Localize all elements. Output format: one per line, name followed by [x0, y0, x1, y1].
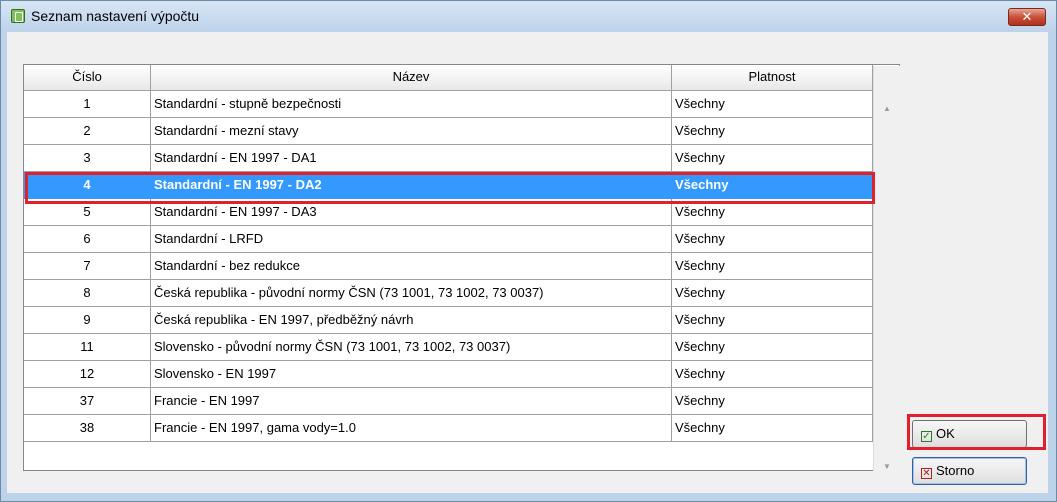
row-name-cell: Standardní - bez redukce — [151, 253, 672, 280]
row-validity-cell: Všechny — [672, 145, 873, 172]
row-number-cell: 11 — [24, 334, 151, 361]
row-number-cell: 7 — [24, 253, 151, 280]
column-header-name[interactable]: Název — [151, 65, 672, 90]
title-bar: Seznam nastavení výpočtu ✕ — [1, 1, 1056, 33]
row-validity-cell: Všechny — [672, 280, 873, 307]
scroll-down-arrow-icon[interactable]: ▼ — [883, 462, 891, 471]
table-row[interactable]: 7 Standardní - bez redukce Všechny — [24, 253, 873, 280]
row-number-cell: 38 — [24, 415, 151, 442]
row-number-cell: 6 — [24, 226, 151, 253]
table-row[interactable]: 12 Slovensko - EN 1997 Všechny — [24, 361, 873, 388]
row-number-cell: 8 — [24, 280, 151, 307]
table-row[interactable]: 9 Česká republika - EN 1997, předběžný ná… — [24, 307, 873, 334]
table-row[interactable]: 1 Standardní - stupně bezpečnosti Všechny — [24, 91, 873, 118]
row-validity-cell: Všechny — [672, 334, 873, 361]
table-row[interactable]: 3 Standardní - EN 1997 - DA1 Všechny — [24, 145, 873, 172]
settings-table: Číslo Název Platnost 1 Standardní - stupn… — [23, 64, 900, 471]
row-validity-cell: Všechny — [672, 361, 873, 388]
row-validity-cell: Všechny — [672, 307, 873, 334]
row-name-cell: Standardní - LRFD — [151, 226, 672, 253]
row-validity-cell: Všechny — [672, 91, 873, 118]
row-name-cell: Standardní - stupně bezpečnosti — [151, 91, 672, 118]
row-number-cell: 9 — [24, 307, 151, 334]
row-name-cell: Francie - EN 1997 — [151, 388, 672, 415]
row-name-cell: Standardní - mezní stavy — [151, 118, 672, 145]
window-title: Seznam nastavení výpočtu — [31, 8, 200, 24]
scroll-up-arrow-icon[interactable]: ▲ — [883, 104, 891, 113]
row-validity-cell: Všechny — [672, 253, 873, 280]
app-icon — [11, 9, 25, 23]
row-validity-cell: Všechny — [672, 388, 873, 415]
row-validity-cell: Všechny — [672, 118, 873, 145]
row-number-cell: 12 — [24, 361, 151, 388]
row-validity-cell: Všechny — [672, 226, 873, 253]
close-button[interactable]: ✕ — [1008, 8, 1046, 26]
cancel-button-label: Storno — [936, 463, 975, 478]
row-number-cell: 1 — [24, 91, 151, 118]
ok-button-highlight — [907, 414, 1046, 450]
table-row[interactable]: 38 Francie - EN 1997, gama vody=1.0 Všechn… — [24, 415, 873, 442]
row-validity-cell: Všechny — [672, 415, 873, 442]
row-name-cell: Česká republika - původní normy ČSN (73 … — [151, 280, 672, 307]
selected-row-highlight — [25, 172, 875, 204]
vertical-scrollbar[interactable]: ▲ ▼ — [873, 66, 901, 471]
column-header-number[interactable]: Číslo — [24, 65, 151, 90]
column-header-validity[interactable]: Platnost — [672, 65, 873, 90]
row-name-cell: Slovensko - EN 1997 — [151, 361, 672, 388]
row-name-cell: Francie - EN 1997, gama vody=1.0 — [151, 415, 672, 442]
row-number-cell: 2 — [24, 118, 151, 145]
table-row[interactable]: 6 Standardní - LRFD Všechny — [24, 226, 873, 253]
table-row[interactable]: 11 Slovensko - původní normy ČSN (73 1001… — [24, 334, 873, 361]
table-header: Číslo Název Platnost — [24, 65, 873, 91]
table-row[interactable]: 37 Francie - EN 1997 Všechny — [24, 388, 873, 415]
cancel-x-icon: ✕ — [921, 468, 932, 479]
table-row[interactable]: 2 Standardní - mezní stavy Všechny — [24, 118, 873, 145]
table-row[interactable]: 8 Česká republika - původní normy ČSN (73… — [24, 280, 873, 307]
cancel-button[interactable]: ✕ Storno — [912, 457, 1027, 485]
row-name-cell: Standardní - EN 1997 - DA1 — [151, 145, 672, 172]
row-name-cell: Slovensko - původní normy ČSN (73 1001, … — [151, 334, 672, 361]
row-name-cell: Česká republika - EN 1997, předběžný náv… — [151, 307, 672, 334]
row-number-cell: 3 — [24, 145, 151, 172]
row-number-cell: 37 — [24, 388, 151, 415]
